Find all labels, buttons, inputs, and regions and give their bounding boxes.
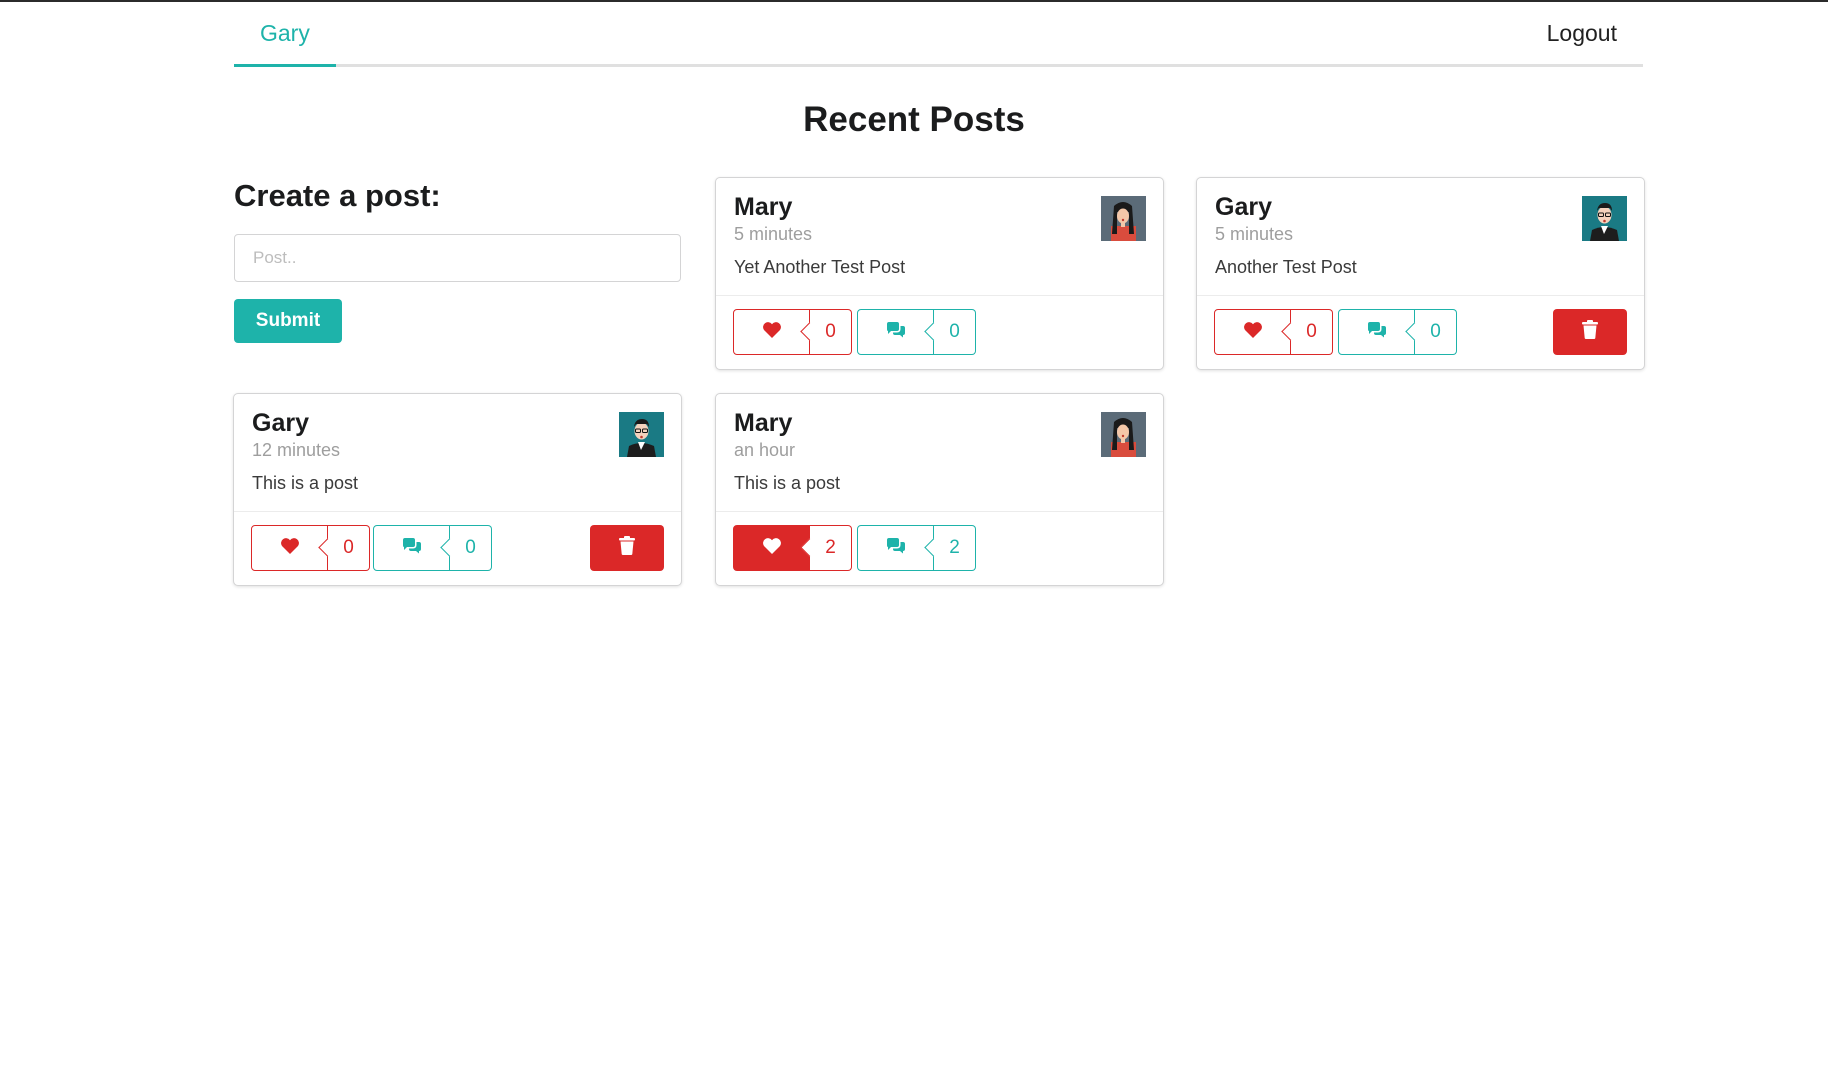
comments-icon <box>885 321 907 344</box>
delete-button[interactable] <box>590 525 664 571</box>
man-avatar <box>619 412 664 457</box>
post-card: Gary 12 minutes This is a post 0 0 <box>233 393 682 586</box>
like-button[interactable]: 2 <box>733 525 852 571</box>
post-time: 5 minutes <box>734 224 813 244</box>
post-card: Mary an hour This is a post 2 2 <box>715 393 1164 586</box>
post-time: 12 minutes <box>252 440 341 460</box>
comment-count: 0 <box>934 309 976 355</box>
heart-icon <box>280 537 300 560</box>
comment-count: 0 <box>450 525 492 571</box>
post-card: Mary 5 minutes Yet Another Test Post 0 0 <box>715 177 1164 370</box>
comment-button[interactable]: 0 <box>857 309 976 355</box>
comment-button[interactable]: 0 <box>373 525 492 571</box>
post-author: Gary <box>1215 193 1272 221</box>
like-button[interactable]: 0 <box>251 525 370 571</box>
top-nav: Gary Logout <box>234 2 1643 67</box>
comment-button[interactable]: 2 <box>857 525 976 571</box>
nav-user-tab[interactable]: Gary <box>234 2 336 67</box>
comment-count: 2 <box>934 525 976 571</box>
post-time: an hour <box>734 440 796 460</box>
like-button[interactable]: 0 <box>1214 309 1333 355</box>
man-avatar <box>1582 196 1627 241</box>
trash-icon <box>619 536 635 560</box>
like-count: 0 <box>1291 309 1333 355</box>
post-text: This is a post <box>252 473 359 493</box>
woman-avatar <box>1101 412 1146 457</box>
post-text: This is a post <box>734 473 841 493</box>
post-author: Gary <box>252 409 309 437</box>
create-post-form: Create a post: Submit <box>234 178 681 343</box>
like-count: 0 <box>810 309 852 355</box>
post-text: Yet Another Test Post <box>734 257 906 277</box>
logout-link[interactable]: Logout <box>1547 2 1617 64</box>
woman-avatar <box>1101 196 1146 241</box>
heart-icon <box>1243 321 1263 344</box>
comments-icon <box>1366 321 1388 344</box>
comments-icon <box>401 537 423 560</box>
page-title: Recent Posts <box>803 100 1025 139</box>
like-count: 2 <box>810 525 852 571</box>
heart-icon <box>762 321 782 344</box>
create-post-heading: Create a post: <box>234 178 441 213</box>
comment-button[interactable]: 0 <box>1338 309 1457 355</box>
trash-icon <box>1582 320 1598 344</box>
post-card: Gary 5 minutes Another Test Post 0 0 <box>1196 177 1645 370</box>
submit-button[interactable]: Submit <box>234 299 342 343</box>
comment-count: 0 <box>1415 309 1457 355</box>
comments-icon <box>885 537 907 560</box>
like-count: 0 <box>328 525 370 571</box>
heart-icon <box>762 537 782 560</box>
post-input[interactable] <box>234 234 681 282</box>
delete-button[interactable] <box>1553 309 1627 355</box>
like-button[interactable]: 0 <box>733 309 852 355</box>
post-time: 5 minutes <box>1215 224 1294 244</box>
post-author: Mary <box>734 193 793 221</box>
post-author: Mary <box>734 409 793 437</box>
post-text: Another Test Post <box>1215 257 1357 277</box>
